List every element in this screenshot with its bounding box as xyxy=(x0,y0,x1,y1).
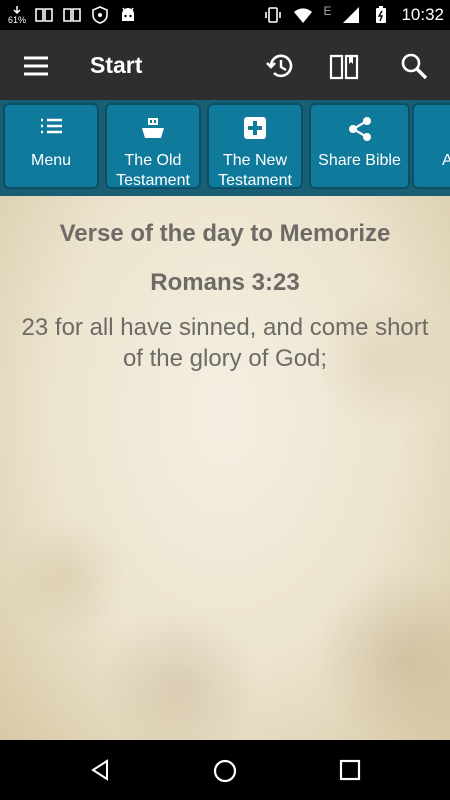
vibrate-icon xyxy=(265,7,282,23)
recents-icon[interactable] xyxy=(338,758,362,782)
ark-icon xyxy=(142,118,164,138)
tab-label: The Old Testament xyxy=(116,152,190,189)
status-bar: 61% E 10:32 xyxy=(0,0,450,30)
category-tab-strip: Menu The Old Testament The New Testament… xyxy=(0,100,450,196)
tab-old-testament[interactable]: The Old Testament xyxy=(105,103,201,189)
battery-icon xyxy=(376,6,387,23)
android-icon xyxy=(122,7,134,21)
book-open-icon[interactable] xyxy=(328,50,360,82)
app-bar: Start xyxy=(0,30,450,100)
verse-heading: Verse of the day to Memorize xyxy=(59,220,391,247)
verse-of-day-panel: Verse of the day to Memorize Romans 3:23… xyxy=(0,196,450,740)
book-icon xyxy=(63,8,81,22)
clock-text: 10:32 xyxy=(401,5,444,24)
tab-new-testament[interactable]: The New Testament xyxy=(207,103,303,189)
home-icon[interactable] xyxy=(212,758,238,784)
signal-icon xyxy=(343,7,360,23)
plus-box-icon xyxy=(244,117,266,139)
tab-share-bible[interactable]: Share Bible xyxy=(309,103,410,189)
verse-reference: Romans 3:23 xyxy=(150,269,300,296)
system-nav-bar xyxy=(0,740,450,800)
verse-text: 23 for all have sinned, and come short o… xyxy=(21,314,429,372)
tab-label: Share Bible xyxy=(318,152,401,169)
tab-partial[interactable]: A xyxy=(412,103,450,189)
download-icon xyxy=(13,5,21,14)
network-type-text: E xyxy=(323,3,332,18)
history-icon[interactable] xyxy=(264,50,296,82)
page-title: Start xyxy=(90,52,143,78)
tab-label: The New Testament xyxy=(218,152,292,189)
list-icon xyxy=(41,118,62,134)
book-icon xyxy=(35,8,53,22)
tab-label: A xyxy=(442,152,450,169)
tab-label: Menu xyxy=(30,152,72,169)
menu-icon[interactable] xyxy=(20,50,52,82)
wifi-icon xyxy=(294,8,313,23)
search-icon[interactable] xyxy=(398,50,430,82)
vpn-icon xyxy=(92,6,108,24)
battery-percent-text: 61% xyxy=(8,14,27,25)
share-icon xyxy=(348,117,371,141)
back-icon[interactable] xyxy=(88,758,112,782)
battery-saver-badge: 61% xyxy=(8,5,27,25)
tab-menu[interactable]: Menu xyxy=(3,103,99,189)
